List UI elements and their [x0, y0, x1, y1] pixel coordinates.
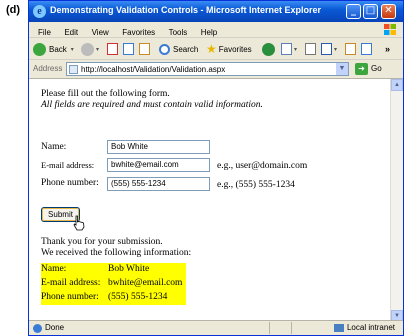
- toolbar-overflow-icon[interactable]: »: [385, 41, 390, 57]
- browser-window: e Demonstrating Validation Controls - Mi…: [28, 0, 404, 336]
- discuss-icon: [345, 43, 356, 55]
- page-content: Please fill out the following form. All …: [29, 79, 391, 322]
- figure-label: (d): [6, 4, 21, 16]
- search-button[interactable]: Search: [159, 41, 198, 57]
- window-title: Demonstrating Validation Controls - Micr…: [50, 5, 322, 15]
- address-url: http://localhost/Validation/Validation.a…: [81, 65, 226, 74]
- status-bar: Done Local intranet: [29, 320, 403, 335]
- messenger-button[interactable]: [361, 41, 372, 57]
- result-label: Name:: [41, 264, 67, 274]
- chevron-down-icon: ▾: [334, 46, 338, 53]
- toolbar: Back ▾ ▾ Search ★ Favorites ▾ ▾ »: [29, 38, 403, 60]
- email-input[interactable]: bwhite@email.com: [107, 158, 210, 172]
- home-button[interactable]: [139, 41, 150, 57]
- address-bar: Address http://localhost/Validation/Vali…: [29, 60, 403, 79]
- search-icon: [159, 43, 170, 55]
- minimize-button[interactable]: _: [346, 4, 361, 19]
- go-button[interactable]: Go: [371, 64, 382, 73]
- edit-button[interactable]: ▾: [321, 41, 337, 57]
- chevron-down-icon: ▾: [294, 46, 298, 53]
- result-value: (555) 555-1234: [108, 292, 168, 302]
- favorites-button[interactable]: ★ Favorites: [206, 41, 252, 57]
- scroll-up-icon[interactable]: ▲: [391, 79, 403, 91]
- search-label: Search: [173, 44, 199, 54]
- refresh-button[interactable]: [123, 41, 134, 57]
- media-icon: [262, 42, 275, 56]
- zone-label: Local intranet: [346, 323, 395, 332]
- phone-hint: e.g., (555) 555-1234: [217, 180, 295, 190]
- security-zone: Local intranet: [333, 323, 395, 332]
- address-input[interactable]: http://localhost/Validation/Validation.a…: [66, 62, 349, 76]
- back-arrow-icon: [33, 42, 46, 56]
- forward-button[interactable]: ▾: [81, 41, 99, 57]
- forward-arrow-icon: [81, 42, 94, 56]
- home-icon: [139, 43, 150, 55]
- result-value: Bob White: [108, 264, 150, 274]
- page-icon: [69, 65, 78, 74]
- result-row: Phone number: (555) 555-1234: [41, 291, 186, 305]
- refresh-icon: [123, 43, 134, 55]
- print-button[interactable]: [305, 41, 316, 57]
- mail-icon: [281, 43, 292, 55]
- windows-flag-icon: [384, 24, 396, 35]
- chevron-down-icon: ▾: [96, 46, 100, 53]
- status-divider: [269, 322, 270, 334]
- word-icon: [321, 43, 332, 55]
- phone-input[interactable]: (555) 555-1234: [107, 177, 210, 191]
- name-label: Name:: [41, 142, 67, 152]
- result-label: Phone number:: [41, 292, 99, 302]
- menu-bar: File Edit View Favorites Tools Help: [29, 22, 403, 38]
- received-message: We received the following information:: [41, 248, 192, 258]
- maximize-button[interactable]: □: [363, 4, 378, 19]
- go-arrow-icon[interactable]: ➜: [355, 63, 368, 75]
- phone-label: Phone number:: [41, 178, 99, 188]
- intranet-icon: [333, 323, 344, 332]
- thanks-message: Thank you for your submission.: [41, 237, 163, 247]
- result-label: E-mail address:: [41, 278, 101, 288]
- back-label: Back: [49, 44, 67, 54]
- media-button[interactable]: [262, 41, 275, 57]
- email-label: E-mail address:: [41, 160, 95, 170]
- close-button[interactable]: ✕: [381, 4, 396, 19]
- discuss-button[interactable]: [345, 41, 356, 57]
- back-button[interactable]: Back ▾: [33, 41, 74, 57]
- result-row: Name: Bob White: [41, 263, 186, 277]
- star-icon: ★: [206, 42, 217, 56]
- form-note: All fields are required and must contain…: [41, 100, 263, 110]
- stop-button[interactable]: [107, 41, 118, 57]
- result-value: bwhite@email.com: [108, 278, 183, 288]
- title-bar[interactable]: e Demonstrating Validation Controls - Mi…: [29, 1, 403, 22]
- chevron-down-icon: ▾: [70, 46, 74, 53]
- favorites-label: Favorites: [218, 44, 252, 54]
- status-text: Done: [45, 323, 65, 332]
- email-hint: e.g., user@domain.com: [217, 161, 308, 171]
- print-icon: [305, 43, 316, 55]
- result-row: E-mail address: bwhite@email.com: [41, 277, 186, 291]
- page-done-icon: [33, 324, 42, 333]
- mail-button[interactable]: ▾: [281, 41, 297, 57]
- form-intro: Please fill out the following form.: [41, 89, 170, 99]
- ie-logo-icon: e: [33, 5, 46, 18]
- name-input[interactable]: Bob White: [107, 140, 210, 154]
- vertical-scrollbar[interactable]: ▲ ▼: [390, 79, 403, 322]
- address-label: Address: [33, 64, 63, 73]
- status-divider: [291, 322, 292, 334]
- hand-cursor-icon: [73, 215, 85, 231]
- messenger-icon: [361, 43, 372, 55]
- stop-icon: [107, 43, 118, 55]
- address-dropdown-icon[interactable]: ▼: [336, 63, 348, 75]
